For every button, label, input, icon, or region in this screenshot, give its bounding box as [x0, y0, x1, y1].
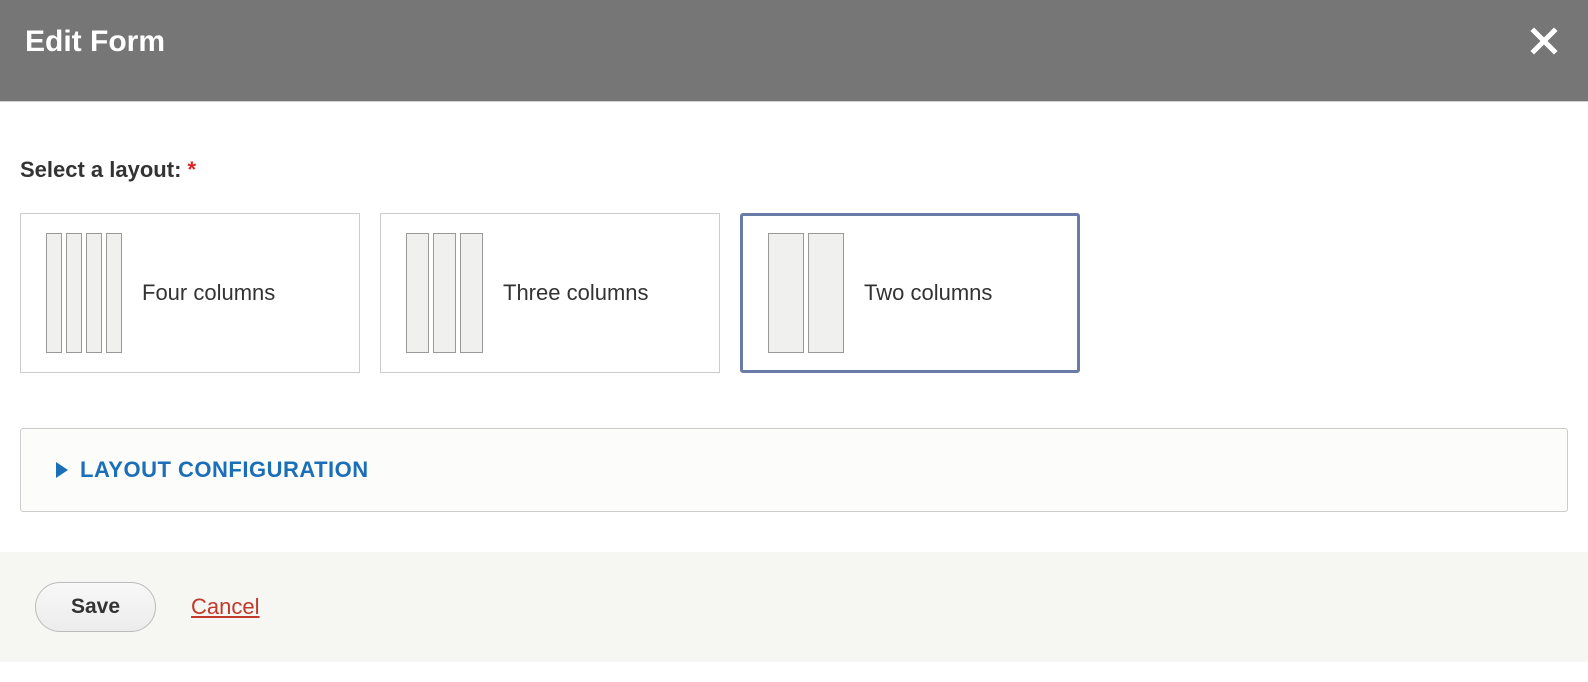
layout-label: Four columns — [142, 280, 275, 306]
four-columns-icon — [46, 233, 122, 353]
layout-configuration-accordion[interactable]: LAYOUT CONFIGURATION — [20, 428, 1568, 512]
required-indicator: * — [188, 157, 197, 182]
modal-footer: Save Cancel — [0, 552, 1588, 662]
close-icon — [1530, 22, 1558, 63]
layout-label: Three columns — [503, 280, 649, 306]
modal-body: Select a layout: * Four columns Three co… — [0, 102, 1588, 552]
cancel-link[interactable]: Cancel — [191, 594, 259, 620]
accordion-header[interactable]: LAYOUT CONFIGURATION — [56, 457, 1532, 483]
chevron-right-icon — [56, 462, 70, 478]
modal-title: Edit Form — [25, 25, 165, 59]
layout-option-three-columns[interactable]: Three columns — [380, 213, 720, 373]
layout-label: Two columns — [864, 280, 992, 306]
three-columns-icon — [406, 233, 483, 353]
close-button[interactable] — [1530, 25, 1558, 61]
layout-option-four-columns[interactable]: Four columns — [20, 213, 360, 373]
layout-options: Four columns Three columns Two columns — [20, 213, 1568, 373]
accordion-title: LAYOUT CONFIGURATION — [80, 457, 369, 483]
edit-form-modal: Edit Form Select a layout: * Four column… — [0, 0, 1588, 662]
two-columns-icon — [768, 233, 844, 353]
save-button[interactable]: Save — [35, 582, 156, 632]
select-layout-label: Select a layout: * — [20, 157, 1568, 183]
modal-header: Edit Form — [0, 0, 1588, 102]
layout-option-two-columns[interactable]: Two columns — [740, 213, 1080, 373]
